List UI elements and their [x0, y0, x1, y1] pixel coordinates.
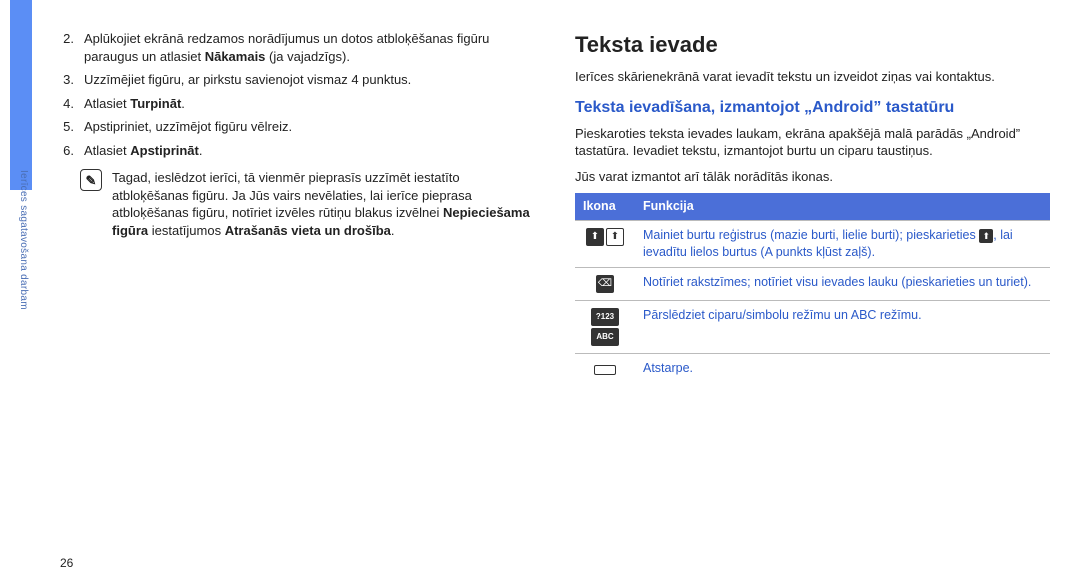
page-number: 26 [60, 555, 73, 571]
note-icon [80, 169, 102, 191]
shift-outline-icon: ⬆ [606, 228, 624, 246]
space-icon [594, 365, 616, 375]
function-cell: Mainiet burtu reģistrus (mazie burti, li… [635, 221, 1050, 268]
step-text: Apstipriniet, uzzīmējot figūru vēlreiz. [84, 118, 292, 136]
step-item: 5. Apstipriniet, uzzīmējot figūru vēlrei… [60, 118, 535, 136]
shift-solid-icon: ⬆ [586, 228, 604, 246]
icon-cell: ?123 ABC [575, 301, 635, 354]
function-cell: Notīriet rakstzīmes; notīriet visu ievad… [635, 268, 1050, 301]
step-text: Uzzīmējiet figūru, ar pirkstu savienojot… [84, 71, 411, 89]
paragraph: Pieskaroties teksta ievades laukam, ekrā… [575, 125, 1050, 160]
table-header-icon: Ikona [575, 193, 635, 220]
section-heading: Teksta ievade [575, 30, 1050, 60]
intro-paragraph: Ierīces skārienekrānā varat ievadīt teks… [575, 68, 1050, 86]
step-item: 2. Aplūkojiet ekrānā redzamos norādījumu… [60, 30, 535, 65]
subsection-heading: Teksta ievadīšana, izmantojot „Android” … [575, 97, 1050, 119]
note-box: Tagad, ieslēdzot ierīci, tā vienmēr piep… [60, 169, 535, 239]
page-content: 2. Aplūkojiet ekrānā redzamos norādījumu… [60, 30, 1050, 555]
icon-cell [575, 354, 635, 383]
sidebar-section-label: Ierīces sagatavošana darbam [16, 170, 30, 420]
step-number: 3. [60, 71, 74, 89]
right-column: Teksta ievade Ierīces skārienekrānā vara… [575, 30, 1050, 555]
table-row: Atstarpe. [575, 354, 1050, 383]
step-number: 6. [60, 142, 74, 160]
function-cell: Pārslēdziet ciparu/simbolu režīmu un ABC… [635, 301, 1050, 354]
icon-cell: ⬆⬆ [575, 221, 635, 268]
table-header-function: Funkcija [635, 193, 1050, 220]
step-number: 4. [60, 95, 74, 113]
mode-123-icon: ?123 [591, 308, 619, 326]
step-item: 6. Atlasiet Apstiprināt. [60, 142, 535, 160]
mode-abc-icon: ABC [591, 328, 619, 346]
step-text: Atlasiet Apstiprināt. [84, 142, 203, 160]
function-cell: Atstarpe. [635, 354, 1050, 383]
table-row: ⌫ Notīriet rakstzīmes; notīriet visu iev… [575, 268, 1050, 301]
side-accent-bar [10, 0, 32, 190]
paragraph: Jūs varat izmantot arī tālāk norādītās i… [575, 168, 1050, 186]
icon-cell: ⌫ [575, 268, 635, 301]
step-item: 4. Atlasiet Turpināt. [60, 95, 535, 113]
note-text: Tagad, ieslēdzot ierīci, tā vienmēr piep… [112, 169, 535, 239]
table-row: ?123 ABC Pārslēdziet ciparu/simbolu režī… [575, 301, 1050, 354]
table-row: ⬆⬆ Mainiet burtu reģistrus (mazie burti,… [575, 221, 1050, 268]
icon-function-table: Ikona Funkcija ⬆⬆ Mainiet burtu reģistru… [575, 193, 1050, 383]
step-text: Atlasiet Turpināt. [84, 95, 185, 113]
step-text: Aplūkojiet ekrānā redzamos norādījumus u… [84, 30, 535, 65]
step-list: 2. Aplūkojiet ekrānā redzamos norādījumu… [60, 30, 535, 159]
step-number: 2. [60, 30, 74, 65]
left-column: 2. Aplūkojiet ekrānā redzamos norādījumu… [60, 30, 535, 555]
shift-inline-icon: ⬆ [979, 229, 993, 243]
step-number: 5. [60, 118, 74, 136]
step-item: 3. Uzzīmējiet figūru, ar pirkstu savieno… [60, 71, 535, 89]
backspace-icon: ⌫ [596, 275, 614, 293]
